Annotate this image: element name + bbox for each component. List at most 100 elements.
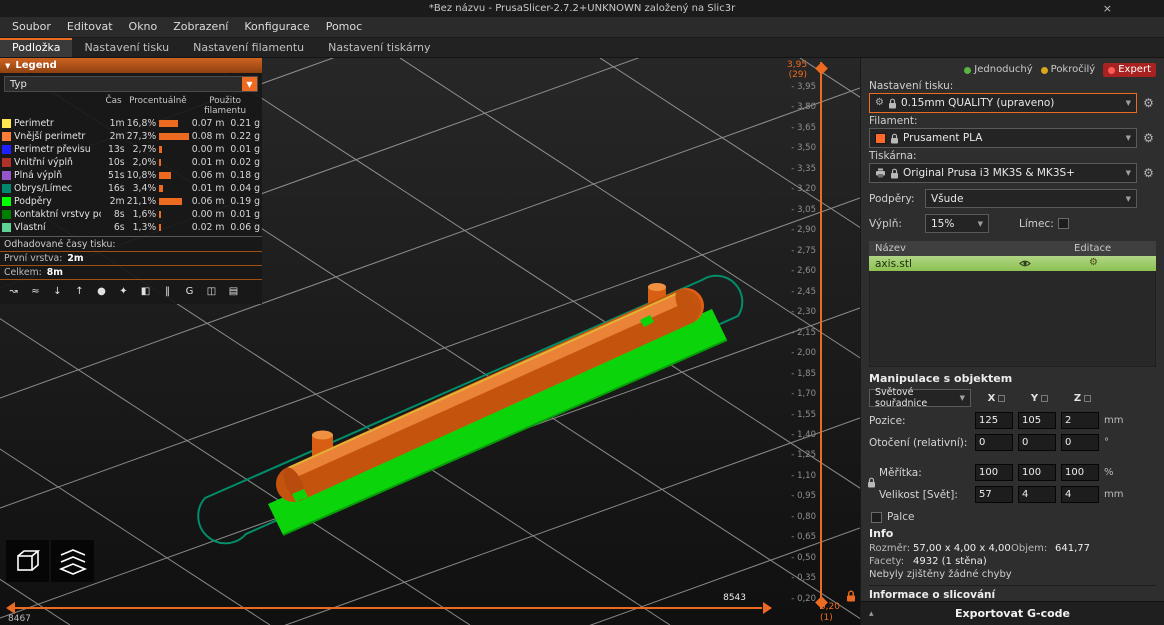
printer-value: Original Prusa i3 MK3S & MK3S+	[903, 167, 1075, 179]
export-bar: ▴ Exportovat G-code	[861, 601, 1164, 625]
manip-3-y-input[interactable]	[1018, 486, 1056, 503]
layer-current-bottom: 0,20 (1)	[820, 602, 840, 623]
menu-item-1[interactable]: Editovat	[59, 17, 121, 37]
col-filament: Použito filamentu	[190, 96, 260, 116]
preview-view-button[interactable]	[51, 540, 94, 582]
layer-slider[interactable]: - 3,95- 3,80- 3,65- 3,50- 3,35- 3,20- 3,…	[775, 58, 860, 625]
feature-color-chip	[2, 210, 11, 219]
object-list-item[interactable]: axis.stl ⚙	[869, 256, 1156, 271]
feature-percent: 1,6%	[125, 209, 157, 220]
travel-icon[interactable]: ↝	[5, 284, 22, 299]
custom-gcode-icon[interactable]: G	[181, 284, 198, 299]
menu-item-0[interactable]: Soubor	[4, 17, 59, 37]
menu-item-5[interactable]: Pomoc	[318, 17, 370, 37]
tab-3[interactable]: Nastavení tiskárny	[316, 38, 442, 57]
manip-2-y-input[interactable]	[1018, 464, 1056, 481]
feature-length: 0.01 m	[191, 157, 225, 168]
mode-0[interactable]: Jednoduchý	[964, 63, 1032, 77]
moves-slider-track[interactable]	[14, 607, 762, 609]
view-type-label: Typ	[10, 79, 27, 90]
view-toggle-buttons	[6, 540, 94, 582]
manip-2-x-input[interactable]	[975, 464, 1013, 481]
retractions-icon[interactable]: ↓	[49, 284, 66, 299]
layer-slider-handle-top[interactable]	[815, 62, 828, 75]
printer-gear-icon[interactable]: ⚙	[1141, 163, 1156, 183]
slider-lock-icon[interactable]	[846, 590, 856, 605]
chevron-down-icon: ▼	[1126, 169, 1131, 177]
layer-tick: - 1,40	[791, 430, 816, 440]
filament-combo[interactable]: Prusament PLA ▼	[869, 128, 1137, 148]
menu-item-4[interactable]: Konfigurace	[236, 17, 317, 37]
manip-1-z-input[interactable]	[1061, 434, 1099, 451]
manip-0-y-input[interactable]	[1018, 412, 1056, 429]
view-type-dropdown[interactable]: Typ ▼	[4, 76, 258, 92]
mirror-z-icon[interactable]	[1084, 395, 1091, 402]
legend-row: Kontaktní vrstvy podpěr8s1,6%0.00 m0.01 …	[0, 208, 262, 221]
manip-2-z-input[interactable]	[1061, 464, 1099, 481]
chevron-down-icon: ▼	[1126, 195, 1131, 203]
layer-slider-track[interactable]	[820, 62, 822, 609]
legend-row: Vnitřní výplň10s2,0%0.01 m0.02 g	[0, 156, 262, 169]
filament-gear-icon[interactable]: ⚙	[1141, 128, 1156, 148]
col-percent: Procentuálně	[126, 96, 191, 116]
close-button[interactable]: ×	[1103, 0, 1112, 17]
manip-0-x-input[interactable]	[975, 412, 1013, 429]
print-settings-combo[interactable]: ⚙ 0.15mm QUALITY (upraveno) ▼	[869, 93, 1137, 113]
moves-slider-handle-right[interactable]	[763, 602, 772, 614]
expand-arrow-icon[interactable]: ▴	[869, 609, 874, 619]
supports-select[interactable]: Všude ▼	[925, 189, 1137, 208]
deretractions-icon[interactable]: ↑	[71, 284, 88, 299]
manip-0-z-input[interactable]	[1061, 412, 1099, 429]
mode-1[interactable]: Pokročilý	[1041, 63, 1096, 77]
brim-label: Límec:	[1019, 218, 1054, 230]
moves-slider[interactable]: 8543 8467	[6, 598, 772, 624]
manip-3-x-input[interactable]	[975, 486, 1013, 503]
viewport-3d[interactable]: ▼ Legend Typ ▼ Čas Procentuálně Použito …	[0, 58, 860, 625]
printer-combo[interactable]: Original Prusa i3 MK3S & MK3S+ ▼	[869, 163, 1137, 183]
mirror-y-icon[interactable]	[1041, 395, 1048, 402]
feature-length: 0.08 m	[191, 131, 225, 142]
percent-bar	[159, 211, 191, 218]
feature-percent: 27,3%	[125, 131, 157, 142]
wipe-icon[interactable]: ≈	[27, 284, 44, 299]
legend-icon[interactable]: ▤	[225, 284, 242, 299]
sliced-info-title[interactable]: Informace o slicování	[869, 585, 1156, 601]
export-gcode-button[interactable]: Exportovat G-code	[955, 607, 1070, 620]
manip-1-x-input[interactable]	[975, 434, 1013, 451]
object-edit-icon[interactable]: ⚙	[1089, 257, 1098, 268]
feature-time: 8s	[101, 209, 125, 220]
coordinates-select[interactable]: Světové souřadnice ▼	[869, 389, 971, 407]
mode-2[interactable]: Expert	[1103, 63, 1156, 77]
infill-select[interactable]: 15% ▼	[925, 214, 989, 233]
mirror-x-icon[interactable]	[998, 395, 1005, 402]
manip-1-y-input[interactable]	[1018, 434, 1056, 451]
feature-length: 0.07 m	[191, 118, 225, 129]
legend-rows: Perimetr1m16,8%0.07 m0.21 gVnější perime…	[0, 117, 262, 234]
shells-icon[interactable]: ◫	[203, 284, 220, 299]
tab-0[interactable]: Podložka	[0, 38, 72, 57]
object-list-empty-area[interactable]	[869, 271, 1156, 367]
lock-icon	[890, 168, 899, 179]
brim-checkbox[interactable]	[1058, 218, 1069, 229]
feature-weight: 0.06 g	[224, 222, 260, 233]
pauses-icon[interactable]: ‖	[159, 284, 176, 299]
menu-item-3[interactable]: Zobrazení	[165, 17, 236, 37]
inches-checkbox[interactable]	[871, 512, 882, 523]
moves-slider-handle-left[interactable]	[6, 602, 15, 614]
menu-item-2[interactable]: Okno	[121, 17, 166, 37]
print-settings-gear-icon[interactable]: ⚙	[1141, 93, 1156, 113]
inches-label: Palce	[887, 511, 914, 523]
eye-icon[interactable]	[1019, 259, 1031, 271]
printed-object[interactable]	[279, 286, 701, 503]
chevron-down-icon[interactable]: ▼	[242, 77, 257, 91]
manip-3-z-input[interactable]	[1061, 486, 1099, 503]
seams-icon[interactable]: ●	[93, 284, 110, 299]
tab-1[interactable]: Nastavení tisku	[72, 38, 181, 57]
editor-view-button[interactable]	[6, 540, 49, 582]
tool-changes-icon[interactable]: ✦	[115, 284, 132, 299]
legend-header[interactable]: ▼ Legend	[0, 58, 262, 73]
percent-bar	[159, 172, 191, 179]
color-changes-icon[interactable]: ◧	[137, 284, 154, 299]
uniform-scale-lock-icon[interactable]	[867, 477, 876, 491]
tab-2[interactable]: Nastavení filamentu	[181, 38, 316, 57]
